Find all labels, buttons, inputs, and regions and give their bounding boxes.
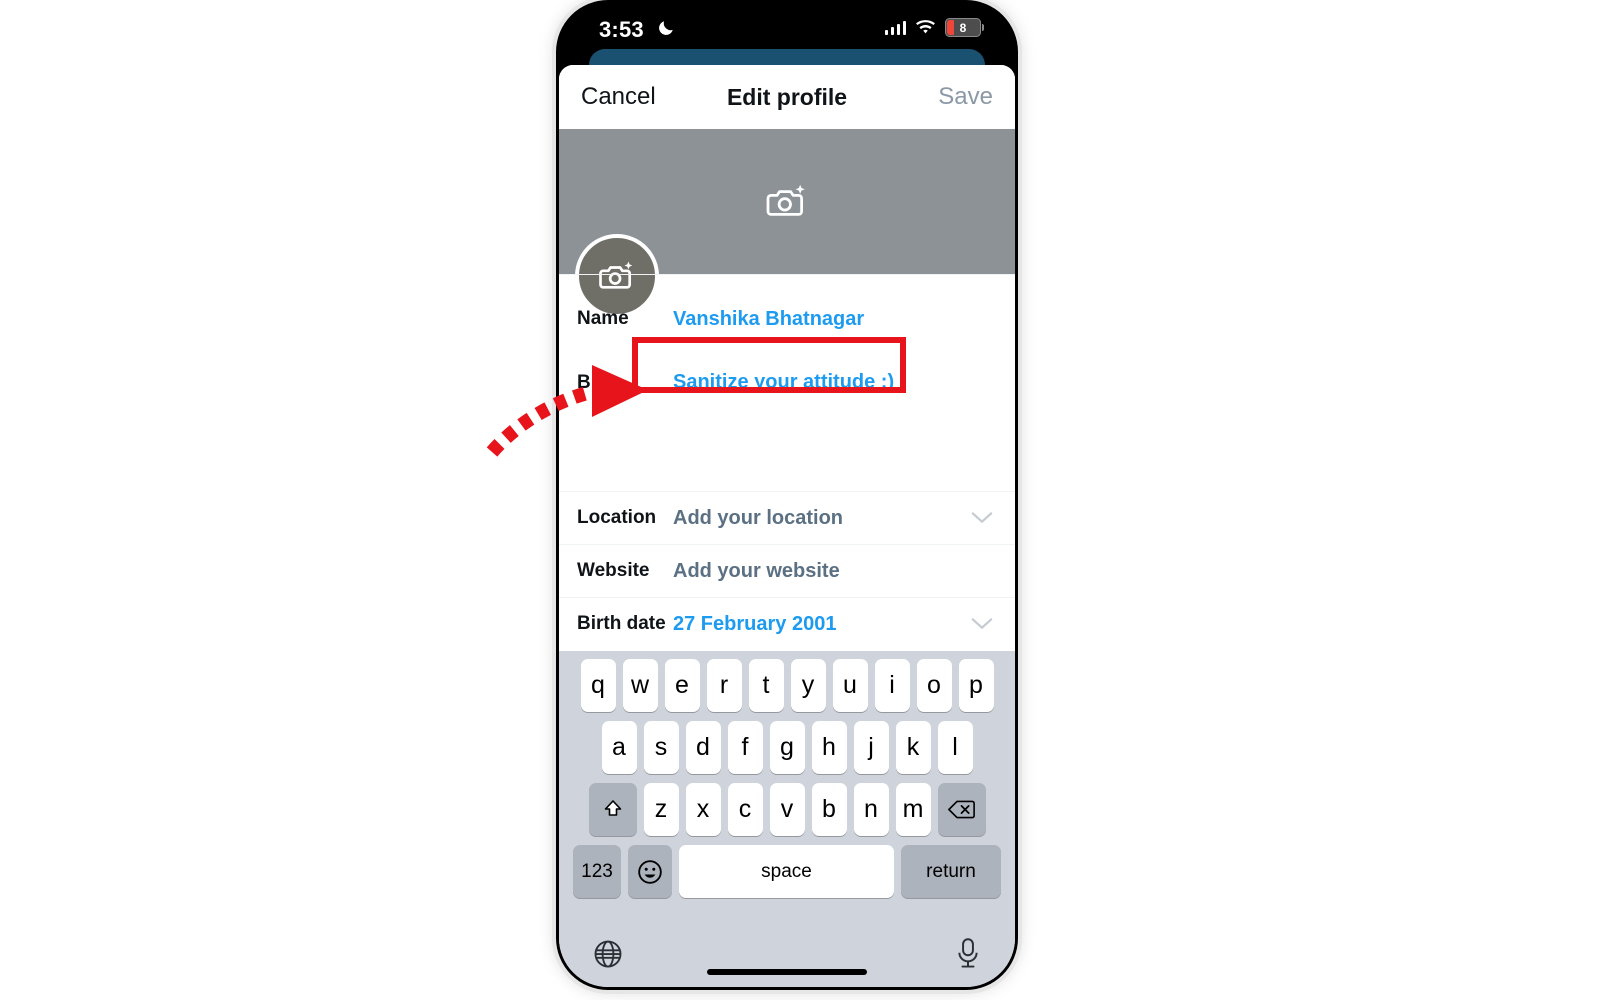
key-t[interactable]: t [748,659,784,712]
chevron-down-icon[interactable] [971,511,993,525]
key-o[interactable]: o [916,659,952,712]
field-row-location[interactable]: Location Add your location [559,491,1015,544]
key-m[interactable]: m [895,783,931,836]
field-label-location: Location [577,507,657,528]
status-bar-time: 3:53 [599,17,644,42]
name-input[interactable]: Vanshika Bhatnagar [673,308,864,331]
battery-fill [947,20,954,35]
key-h[interactable]: h [811,721,847,774]
on-screen-keyboard: q w e r t y u i o p a s d f g h j k l z … [559,651,1015,987]
key-v[interactable]: v [769,783,805,836]
phone-screen: 3:53 8 Cancel Edit profile Save Name Van… [559,3,1015,987]
cellular-signal-icon [884,20,906,35]
key-n[interactable]: n [853,783,889,836]
save-button[interactable]: Save [938,83,993,111]
key-f[interactable]: f [727,721,763,774]
key-k[interactable]: k [895,721,931,774]
status-bar-indicators: 8 [884,18,984,37]
key-e[interactable]: e [664,659,700,712]
key-u[interactable]: u [832,659,868,712]
edit-profile-sheet: Cancel Edit profile Save Name Vanshika B… [559,65,1015,987]
keyboard-bottom-bar [559,921,1015,987]
backspace-delete-icon[interactable] [948,799,975,820]
key-d[interactable]: d [685,721,721,774]
globe-language-icon[interactable] [593,939,623,969]
screenshot-canvas: 3:53 8 Cancel Edit profile Save Name Van… [0,0,1600,1000]
phone-device-frame: 3:53 8 Cancel Edit profile Save Name Van… [556,0,1018,990]
key-l[interactable]: l [937,721,973,774]
website-input[interactable]: Add your website [673,560,840,583]
key-r[interactable]: r [706,659,742,712]
shift-key[interactable] [588,783,637,836]
key-i[interactable]: i [874,659,910,712]
emoji-smiley-icon[interactable] [637,859,663,885]
location-input[interactable]: Add your location [673,507,843,530]
field-label-birth-date: Birth date [577,613,666,634]
profile-banner[interactable] [559,129,1015,318]
key-p[interactable]: p [958,659,994,712]
camera-add-icon[interactable] [766,183,808,221]
numbers-key[interactable]: 123 [573,845,621,898]
keyboard-row-1: q w e r t y u i o p [559,659,1015,712]
home-indicator [707,969,867,975]
key-s[interactable]: s [643,721,679,774]
key-w[interactable]: w [622,659,658,712]
key-j[interactable]: j [853,721,889,774]
space-key[interactable]: space [679,845,894,898]
field-row-website[interactable]: Website Add your website [559,544,1015,597]
birth-date-value[interactable]: 27 February 2001 [673,613,836,636]
keyboard-row-4: 123 space return [559,845,1015,898]
key-a[interactable]: a [601,721,637,774]
key-b[interactable]: b [811,783,847,836]
key-c[interactable]: c [727,783,763,836]
field-label-name: Name [577,308,629,329]
microphone-icon[interactable] [955,938,981,970]
key-g[interactable]: g [769,721,805,774]
field-label-website: Website [577,560,650,581]
wifi-icon [916,19,935,33]
battery-level-label: 8 [959,20,967,35]
backspace-key[interactable] [937,783,986,836]
chevron-down-icon[interactable] [971,617,993,631]
emoji-key[interactable] [628,845,672,898]
return-key[interactable]: return [901,845,1001,898]
crescent-moon-icon [659,21,673,35]
battery-indicator: 8 [945,18,984,37]
keyboard-row-3: z x c v b n m [559,783,1015,836]
sheet-navbar: Cancel Edit profile Save [559,65,1015,129]
key-y[interactable]: y [790,659,826,712]
key-x[interactable]: x [685,783,721,836]
name-field-highlight-box [632,337,906,393]
cancel-button[interactable]: Cancel [581,83,656,111]
profile-fields: Name Vanshika Bhatnagar Bio Sanitize you… [559,274,1015,650]
field-row-birth-date[interactable]: Birth date 27 February 2001 [559,597,1015,650]
shift-arrow-icon[interactable] [601,798,625,822]
key-z[interactable]: z [643,783,679,836]
key-q[interactable]: q [580,659,616,712]
keyboard-row-2: a s d f g h j k l [559,721,1015,774]
